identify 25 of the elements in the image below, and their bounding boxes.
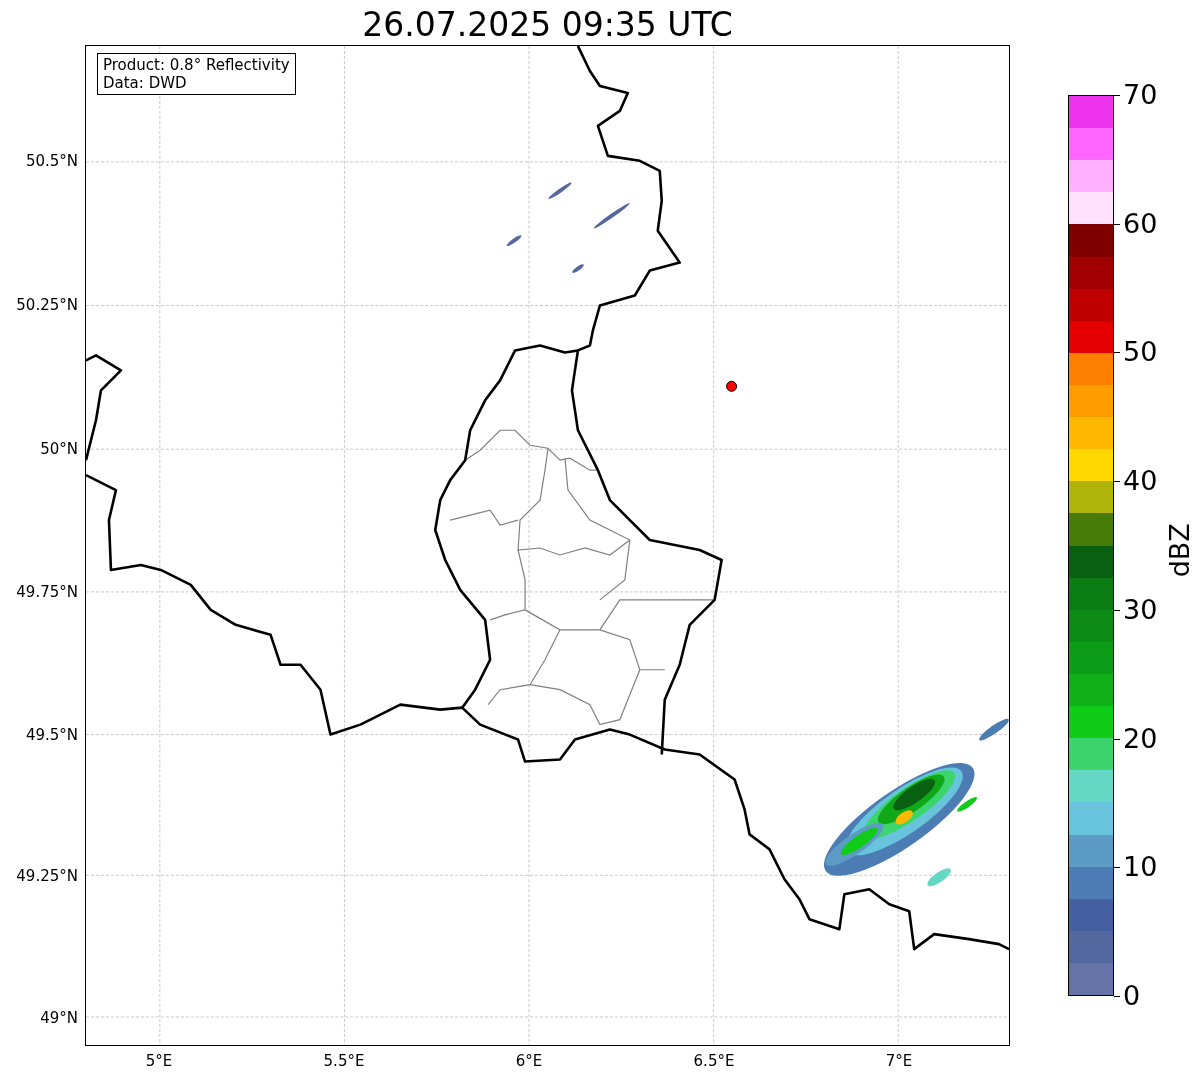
latitude-tick-label: 50.25°N [16, 294, 78, 316]
latitude-tick-label: 50.5°N [25, 150, 78, 172]
colorbar-label: dBZ [1162, 522, 1196, 578]
colorbar-tick-label: 30 [1123, 594, 1158, 625]
colorbar-tick-label: 0 [1123, 981, 1141, 1011]
colorbar-tick-label: 20 [1123, 723, 1158, 754]
colorbar-tick-label: 60 [1123, 208, 1158, 239]
colorbar-tick-label: 50 [1123, 337, 1158, 368]
longitude-tick-label: 6.5°E [693, 1051, 735, 1072]
longitude-tick-label: 6°E [515, 1051, 543, 1072]
colorbar-tick-label: 40 [1123, 466, 1158, 497]
chart-title: 26.07.2025 09:35 UTC [362, 5, 733, 45]
latitude-tick-label: 49.5°N [25, 724, 78, 746]
latitude-tick-label: 50°N [40, 438, 78, 460]
info-text: Product: 0.8° Reflectivity [103, 56, 290, 74]
longitude-tick-label: 5.5°E [323, 1051, 365, 1072]
latitude-tick-label: 49°N [40, 1007, 78, 1029]
tick-mark [1114, 996, 1120, 997]
info-text: Data: DWD [103, 74, 188, 92]
longitude-tick-label: 5°E [145, 1051, 173, 1072]
colorbar-tick-label: 70 [1123, 80, 1158, 110]
longitude-tick-label: 7°E [885, 1051, 913, 1072]
latitude-tick-label: 49.25°N [16, 865, 78, 887]
colorbar-tick-label: 10 [1123, 852, 1158, 883]
latitude-tick-label: 49.75°N [16, 581, 78, 603]
